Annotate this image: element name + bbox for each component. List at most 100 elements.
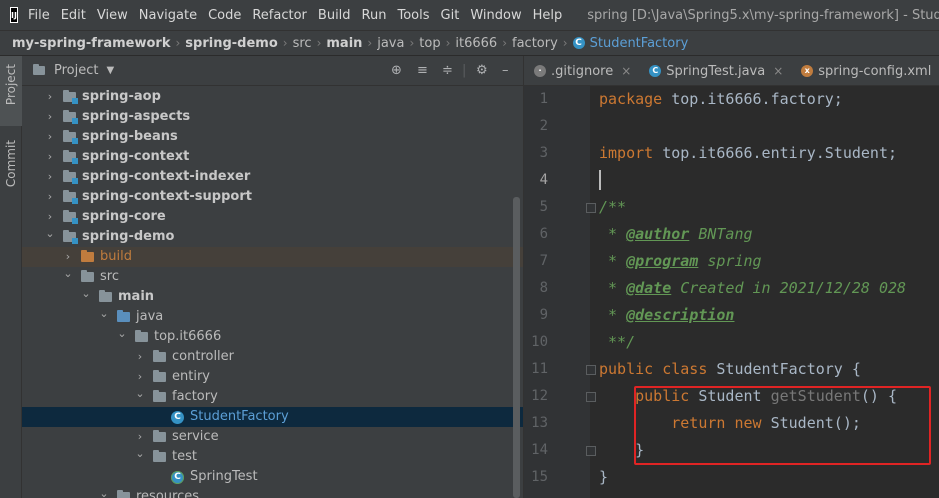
expand-all-icon[interactable]: ≡ [417, 63, 428, 78]
tree-item[interactable]: › spring-aop [22, 87, 523, 107]
menu-code[interactable]: Code [208, 8, 241, 23]
window-title: spring [D:\Java\Spring5.x\my-spring-fram… [587, 7, 939, 23]
breadcrumb-separator-icon: › [316, 36, 322, 50]
code-text: top.it6666.factory; [662, 90, 843, 108]
menu-view[interactable]: View [97, 8, 128, 23]
chevron-down-icon[interactable]: ⌄ [134, 384, 146, 404]
tree-item[interactable]: ⌄ spring-demo [22, 227, 523, 247]
doc-comment: * [599, 225, 627, 243]
package-icon [153, 450, 166, 462]
tree-item[interactable]: › spring-core [22, 207, 523, 227]
tree-item[interactable]: › service [22, 427, 523, 447]
line-number: 8 [539, 280, 548, 296]
tree-item[interactable]: ⌄ test [22, 447, 523, 467]
line-number: 7 [539, 253, 548, 269]
close-icon[interactable]: × [621, 64, 631, 78]
package-icon [153, 370, 166, 382]
line-number: 11 [531, 361, 548, 377]
doc-comment: spring [698, 252, 762, 270]
line-number: 1 [539, 91, 548, 107]
menu-git[interactable]: Git [441, 8, 460, 23]
doc-tag: @program [626, 252, 699, 270]
chevron-right-icon[interactable]: › [44, 127, 56, 147]
breadcrumb-item-current[interactable]: StudentFactory [590, 36, 689, 51]
line-number: 13 [531, 415, 548, 431]
breadcrumb-item[interactable]: spring-demo [185, 36, 277, 51]
annotation-highlight-box [634, 386, 931, 465]
menu-file[interactable]: File [28, 8, 50, 23]
menu-edit[interactable]: Edit [61, 8, 86, 23]
tree-item[interactable]: ⌄ top.it6666 [22, 327, 523, 347]
locate-icon[interactable]: ⊕ [391, 63, 402, 78]
chevron-right-icon[interactable]: › [44, 147, 56, 167]
editor-tab[interactable]: · .gitignore × [524, 56, 639, 85]
chevron-down-icon[interactable]: ⌄ [116, 324, 128, 344]
menu-run[interactable]: Run [362, 8, 387, 23]
tree-item[interactable]: › spring-context-indexer [22, 167, 523, 187]
tree-item[interactable]: › entiry [22, 367, 523, 387]
tree-item[interactable]: ⌄ factory [22, 387, 523, 407]
menu-build[interactable]: Build [318, 8, 351, 23]
project-tree-scrollbar[interactable] [513, 197, 520, 498]
breadcrumb-item[interactable]: src [293, 36, 312, 51]
tree-item[interactable]: › spring-beans [22, 127, 523, 147]
chevron-down-icon[interactable]: ⌄ [98, 304, 110, 324]
module-folder-icon [63, 150, 78, 164]
tree-item[interactable]: › spring-context [22, 147, 523, 167]
menu-refactor[interactable]: Refactor [252, 8, 307, 23]
chevron-right-icon[interactable]: › [44, 187, 56, 207]
tree-item[interactable]: › controller [22, 347, 523, 367]
project-view-selector[interactable]: Project [54, 63, 98, 78]
folder-icon [33, 64, 45, 75]
package-icon [153, 350, 166, 362]
chevron-down-icon[interactable]: ⌄ [98, 484, 110, 498]
close-icon[interactable]: × [773, 64, 783, 78]
chevron-down-icon[interactable]: ⌄ [44, 224, 56, 244]
tree-item-label: StudentFactory [190, 409, 289, 424]
fold-marker-icon[interactable] [586, 392, 596, 402]
fold-marker-icon[interactable] [586, 365, 596, 375]
chevron-right-icon[interactable]: › [134, 347, 146, 367]
chevron-down-icon[interactable]: ▼ [106, 65, 114, 76]
chevron-right-icon[interactable]: › [44, 107, 56, 127]
chevron-right-icon[interactable]: › [44, 87, 56, 107]
code-line: } [599, 464, 608, 491]
fold-marker-icon[interactable] [586, 203, 596, 213]
editor-tab[interactable]: C SpringTest.java × [639, 56, 791, 85]
fold-marker-icon[interactable] [586, 446, 596, 456]
tree-item[interactable]: C StudentFactory [22, 407, 523, 427]
breadcrumb-item[interactable]: factory [512, 36, 558, 51]
tree-item[interactable]: › build [22, 247, 523, 267]
collapse-all-icon[interactable]: ≑ [442, 63, 453, 78]
breadcrumb-item[interactable]: java [377, 36, 404, 51]
project-tool-tab[interactable]: Project [0, 56, 22, 126]
tree-item[interactable]: ⌄ src [22, 267, 523, 287]
chevron-right-icon[interactable]: › [44, 167, 56, 187]
breadcrumb-item[interactable]: top [419, 36, 440, 51]
menu-window[interactable]: Window [470, 8, 521, 23]
minimize-icon[interactable]: – [502, 63, 509, 78]
doc-comment: Created in 2021/12/28 028 [671, 279, 907, 297]
tree-item[interactable]: ⌄ java [22, 307, 523, 327]
tree-item[interactable]: › spring-aspects [22, 107, 523, 127]
gear-icon[interactable]: ⚙ [476, 63, 488, 78]
chevron-down-icon[interactable]: ⌄ [134, 444, 146, 464]
doc-comment: **/ [599, 333, 636, 351]
breadcrumb-item[interactable]: main [326, 36, 362, 51]
doc-comment: * [599, 279, 627, 297]
menu-help[interactable]: Help [533, 8, 563, 23]
tree-item-label: controller [172, 349, 235, 364]
menu-navigate[interactable]: Navigate [139, 8, 197, 23]
chevron-down-icon[interactable]: ⌄ [80, 284, 92, 304]
menu-tools[interactable]: Tools [397, 8, 429, 23]
commit-tool-tab[interactable]: Commit [0, 134, 22, 204]
tree-item[interactable]: › spring-context-support [22, 187, 523, 207]
code-line: import top.it6666.entiry.Student; [599, 140, 897, 167]
breadcrumb-item[interactable]: my-spring-framework [12, 36, 170, 51]
editor-tab[interactable]: x spring-config.xml × [791, 56, 939, 85]
tree-item[interactable]: ⌄ resources [22, 487, 523, 498]
breadcrumb-item[interactable]: it6666 [455, 36, 497, 51]
code-line: /** [599, 194, 626, 221]
line-number: 14 [531, 442, 548, 458]
chevron-down-icon[interactable]: ⌄ [62, 264, 74, 284]
